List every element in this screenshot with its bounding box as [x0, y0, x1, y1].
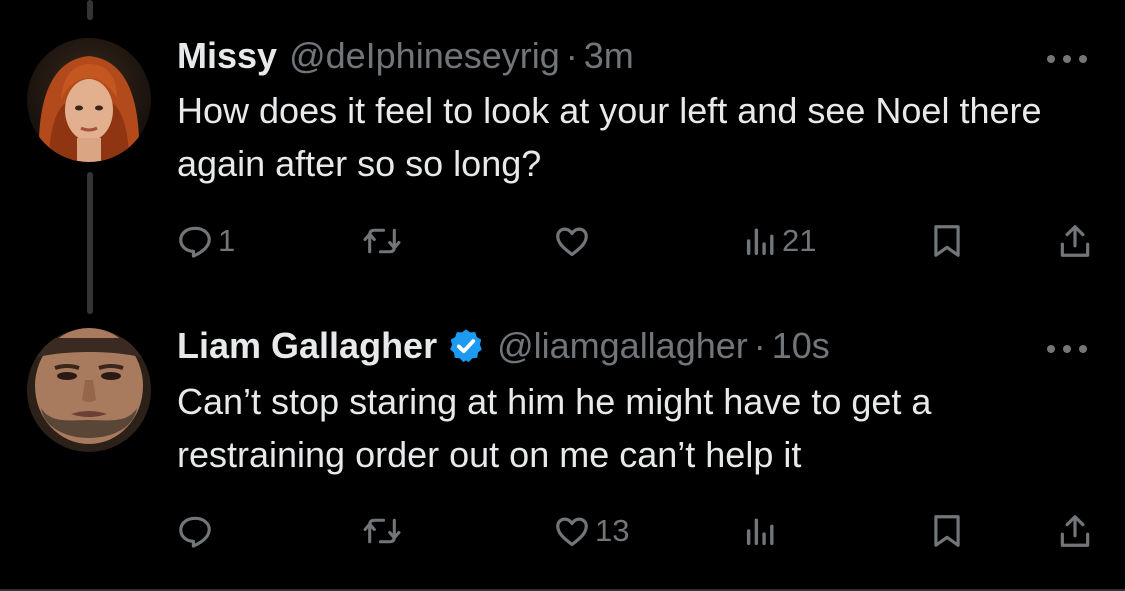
- tweet-text: How does it feel to look at your left an…: [177, 90, 1042, 184]
- bookmark-button[interactable]: [930, 512, 964, 550]
- avatar-liam-gallagher[interactable]: [27, 328, 151, 452]
- user-handle[interactable]: @liamgallagher: [497, 324, 748, 368]
- reply-icon: [179, 516, 211, 548]
- more-icon[interactable]: [1045, 339, 1089, 359]
- tweet-missy[interactable]: Missy @deIphineseyrig · 3m How does it f…: [0, 0, 1125, 300]
- views-icon: [746, 228, 774, 256]
- views-icon: [746, 518, 774, 546]
- bookmark-icon: [934, 225, 960, 257]
- heart-icon: [556, 227, 588, 257]
- separator-dot: ·: [753, 325, 766, 366]
- retweet-button[interactable]: [362, 512, 406, 550]
- timestamp[interactable]: 10s: [772, 324, 830, 368]
- reply-count: 1: [218, 223, 236, 258]
- tweet-header: Missy @deIphineseyrig · 3m: [177, 34, 634, 78]
- user-handle[interactable]: @deIphineseyrig: [289, 34, 560, 78]
- display-name[interactable]: Missy: [177, 34, 277, 78]
- retweet-icon: [363, 518, 401, 544]
- share-button[interactable]: [1056, 512, 1094, 550]
- reply-button[interactable]: 1: [176, 222, 235, 260]
- separator-dot: ·: [565, 35, 578, 76]
- retweet-button[interactable]: [362, 222, 406, 260]
- bookmark-icon: [934, 515, 960, 547]
- display-name[interactable]: Liam Gallagher: [177, 324, 437, 368]
- action-bar: 13: [0, 508, 1125, 558]
- views-button[interactable]: 21: [744, 222, 816, 260]
- share-icon: [1060, 515, 1090, 547]
- more-icon[interactable]: [1045, 49, 1089, 69]
- action-bar: 1 21: [0, 216, 1125, 266]
- view-count: 21: [782, 223, 817, 258]
- share-icon: [1060, 225, 1090, 257]
- like-count: 13: [595, 513, 630, 548]
- reply-button[interactable]: [176, 512, 218, 550]
- heart-icon: [556, 517, 588, 547]
- reply-icon: [179, 226, 211, 258]
- bookmark-button[interactable]: [930, 222, 964, 260]
- like-button[interactable]: 13: [553, 512, 629, 550]
- avatar-missy[interactable]: [27, 38, 151, 162]
- timestamp[interactable]: 3m: [584, 34, 634, 78]
- share-button[interactable]: [1056, 222, 1094, 260]
- tweet-header: Liam Gallagher @liamgallagher · 10s: [177, 324, 830, 368]
- retweet-icon: [363, 228, 401, 254]
- tweet-text: Can’t stop staring at him he might have …: [177, 381, 932, 475]
- views-button[interactable]: [744, 512, 782, 550]
- tweet-liam-gallagher[interactable]: Liam Gallagher @liamgallagher · 10s Can’…: [0, 300, 1125, 589]
- verified-badge-icon: [450, 329, 482, 363]
- like-button[interactable]: [553, 222, 595, 260]
